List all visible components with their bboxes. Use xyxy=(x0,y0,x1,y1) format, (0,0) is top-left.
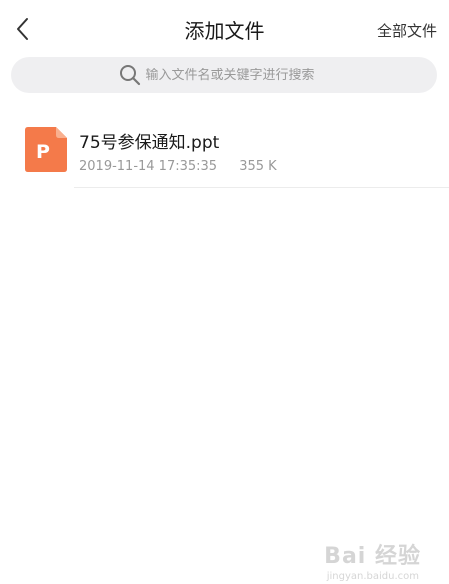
file-icon-letter: P xyxy=(36,141,50,163)
ppt-file-icon: P xyxy=(25,127,67,172)
chevron-left-icon[interactable] xyxy=(8,14,38,44)
top-bar: 添加文件 全部文件 xyxy=(0,0,449,58)
file-meta: 2019-11-14 17:35:35 355 K xyxy=(79,159,295,174)
file-name: 75号参保通知.ppt xyxy=(79,133,220,153)
search-bar[interactable] xyxy=(11,57,437,93)
file-size: 355 K xyxy=(239,159,277,174)
search-input[interactable] xyxy=(145,67,336,83)
all-files-button[interactable]: 全部文件 xyxy=(377,20,437,41)
search-icon xyxy=(119,65,140,86)
file-list-item[interactable]: P 75号参保通知.ppt 2019-11-14 17:35:35 355 K xyxy=(0,118,449,188)
watermark-url: jingyan.baidu.com xyxy=(326,571,419,582)
file-date: 2019-11-14 17:35:35 xyxy=(79,159,218,174)
watermark-logo: Bai 经验 xyxy=(324,544,421,569)
list-divider xyxy=(74,187,449,188)
